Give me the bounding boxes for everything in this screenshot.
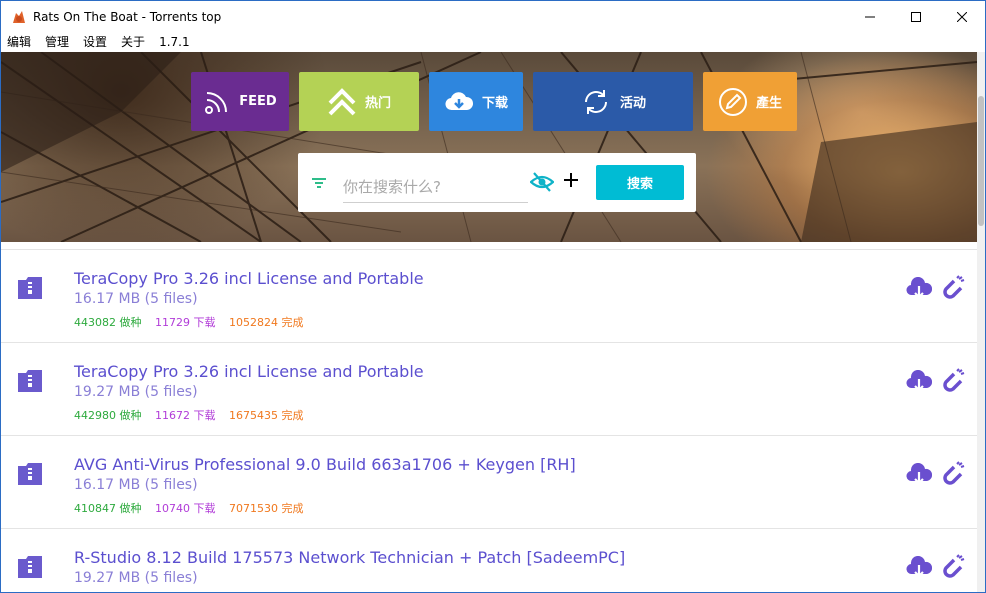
torrent-stats: 442980 做种 11672 下载 1675435 完成 [74,407,304,423]
search-input[interactable] [343,171,528,203]
torrent-list: TeraCopy Pro 3.26 incl License and Porta… [1,250,977,592]
pencil-circle-icon [718,87,747,116]
nav-produce-label: 產生 [755,96,782,111]
minimize-icon [865,16,875,17]
seeders-count: 410847 做种 [74,502,142,515]
torrent-row[interactable]: AVG Anti-Virus Professional 9.0 Build 66… [1,436,977,529]
archive-folder-icon [18,277,42,299]
torrent-size: 16.17 MB (5 files) [74,291,198,307]
rss-icon [205,91,228,114]
torrent-name[interactable]: TeraCopy Pro 3.26 incl License and Porta… [74,362,424,381]
seeders-count: 443082 做种 [74,316,142,329]
nav-download-label: 下载 [481,96,508,111]
torrent-size: 19.27 MB (5 files) [74,570,198,586]
nav-activity-label: 活动 [619,96,646,111]
search-button[interactable]: 搜索 [596,165,684,200]
scrollbar-thumb[interactable] [978,96,984,226]
torrent-stats: 443082 做种 11729 下载 1052824 完成 [74,314,304,330]
completed-count: 1052824 完成 [229,316,304,329]
magnet-icon[interactable] [941,461,967,487]
app-window: Rats On The Boat - Torrents top 编辑 管理 设置… [0,0,986,593]
window-controls [847,1,985,32]
nav-hot-button[interactable]: 热门 [299,72,419,131]
close-icon [957,11,967,22]
menu-settings[interactable]: 设置 [76,32,114,52]
cloud-download-icon [445,91,474,110]
nav-produce-button[interactable]: 產生 [703,72,797,131]
double-chevron-up-icon [328,87,356,115]
cloud-download-icon[interactable] [906,370,932,392]
leechers-count: 11672 下载 [155,409,216,422]
nav-hot-label: 热门 [364,96,391,111]
torrent-row[interactable]: R-Studio 8.12 Build 175573 Network Techn… [1,529,977,592]
rat-logo-icon [13,10,25,23]
magnet-icon[interactable] [941,275,967,301]
minimize-button[interactable] [847,1,893,32]
torrent-name[interactable]: R-Studio 8.12 Build 175573 Network Techn… [74,548,625,567]
magnet-icon[interactable] [941,554,967,580]
menu-bar: 编辑 管理 设置 关于 1.7.1 [1,32,985,52]
nav-download-button[interactable]: 下载 [429,72,523,131]
nav-feed-button[interactable]: FEED [191,72,289,131]
title-bar[interactable]: Rats On The Boat - Torrents top [1,1,985,32]
header-banner: FEED 热门 下载 活动 產生 你在搜索什么? 搜索 [1,52,977,242]
archive-folder-icon [18,463,42,485]
menu-manage[interactable]: 管理 [38,32,76,52]
eye-off-icon[interactable] [530,170,554,194]
window-title: Rats On The Boat - Torrents top [33,9,222,24]
torrent-stats: 410847 做种 10740 下载 7071530 完成 [74,500,304,516]
search-panel: 搜索 [298,153,696,212]
torrent-size: 16.17 MB (5 files) [74,477,198,493]
torrent-size: 19.27 MB (5 files) [74,384,198,400]
completed-count: 1675435 完成 [229,409,304,422]
completed-count: 7071530 完成 [229,502,304,515]
cloud-download-icon[interactable] [906,277,932,299]
nav-feed-label: FEED [239,94,277,109]
seeders-count: 442980 做种 [74,409,142,422]
cloud-download-icon[interactable] [906,463,932,485]
maximize-button[interactable] [893,1,939,32]
menu-version[interactable]: 1.7.1 [152,32,197,52]
cloud-download-icon[interactable] [906,556,932,578]
filter-icon[interactable] [312,177,326,189]
torrent-name[interactable]: TeraCopy Pro 3.26 incl License and Porta… [74,269,424,288]
menu-about[interactable]: 关于 [114,32,152,52]
leechers-count: 11729 下载 [155,316,216,329]
maximize-icon [911,11,921,22]
torrent-name[interactable]: AVG Anti-Virus Professional 9.0 Build 66… [74,455,576,474]
leechers-count: 10740 下载 [155,502,216,515]
plus-icon[interactable] [562,171,580,189]
menu-edit[interactable]: 编辑 [1,32,38,52]
close-button[interactable] [939,1,985,32]
archive-folder-icon [18,370,42,392]
vertical-scrollbar[interactable] [977,52,985,592]
magnet-icon[interactable] [941,368,967,394]
archive-folder-icon [18,556,42,578]
refresh-cycle-icon [584,89,607,114]
nav-activity-button[interactable]: 活动 [533,72,693,131]
torrent-row[interactable]: TeraCopy Pro 3.26 incl License and Porta… [1,343,977,436]
torrent-row[interactable]: TeraCopy Pro 3.26 incl License and Porta… [1,250,977,343]
